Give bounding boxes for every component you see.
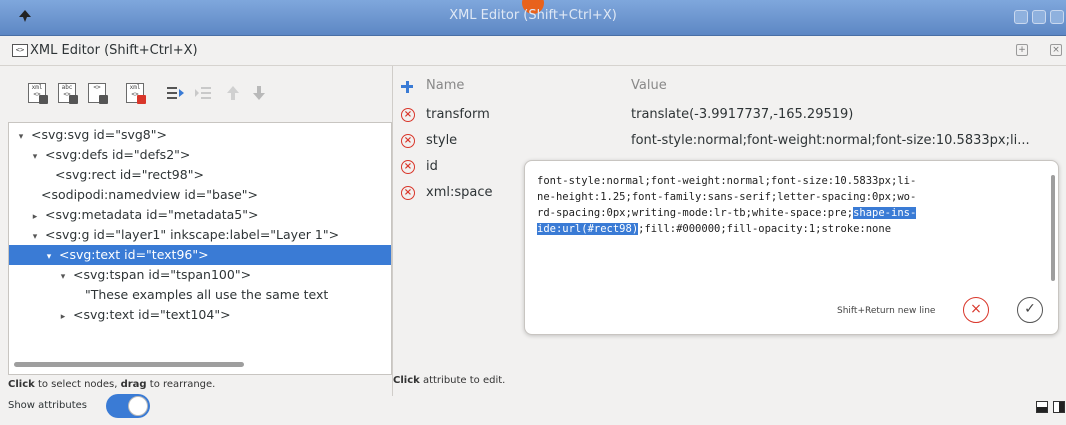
tree-node-label: <svg:g id="layer1" inkscape:label="Layer… [44,227,340,242]
node-pane: xml <> abc <> <> xml <> ▾ <svg:svg id="svg8… [0,66,392,425]
delete-attribute-icon[interactable]: × [401,134,415,148]
value-editor-textarea[interactable]: font-style:normal;font-weight:normal;fon… [537,173,1047,237]
close-icon[interactable] [1050,10,1064,24]
maximize-icon[interactable] [1032,10,1046,24]
tree-node[interactable]: ▾ <svg:defs id="defs2"> [9,145,391,167]
column-header-value: Value [631,78,667,93]
value-editor-popover: font-style:normal;font-weight:normal;fon… [524,160,1059,335]
tree-horizontal-scrollbar[interactable] [14,362,244,367]
arrow-down-icon[interactable] [248,82,270,104]
tree-node-label: <svg:svg id="svg8"> [30,127,167,142]
layout-horizontal-icon[interactable] [1036,401,1048,413]
dock-header: <> XML Editor (Shift+Ctrl+X) + × [0,36,1066,66]
confirm-edit-button[interactable]: ✓ [1017,297,1043,323]
expander-icon[interactable]: ▸ [29,207,41,227]
dock-close-icon[interactable]: × [1050,44,1062,56]
node-status-text: Click to select nodes, drag to rearrange… [8,379,216,390]
cancel-edit-button[interactable]: × [963,297,989,323]
text-selection: shape-ins- [853,207,917,219]
tree-node-label: <svg:defs id="defs2"> [44,147,191,162]
attribute-row[interactable]: × transform translate(-3.9917737,-165.29… [393,103,1066,127]
tree-node[interactable]: ▸ <svg:text id="text104"> [9,305,391,327]
attribute-status-text: Click attribute to edit. [393,375,506,386]
show-attributes-toggle[interactable] [106,394,150,418]
expander-icon[interactable]: ▸ [57,307,69,327]
delete-attribute-icon[interactable]: × [401,108,415,122]
xml-editor-icon: <> [12,44,28,57]
expander-icon[interactable]: ▾ [57,267,69,287]
attribute-value[interactable]: translate(-3.9917737,-165.29519) [631,103,853,127]
add-attribute-icon[interactable] [401,81,413,93]
delete-attribute-icon[interactable]: × [401,160,415,174]
expander-icon[interactable]: ▾ [43,247,55,267]
attribute-name: transform [426,107,490,122]
expander-icon[interactable]: ▾ [29,227,41,247]
tree-node[interactable]: ▾ <svg:g id="layer1" inkscape:label="Lay… [9,225,391,247]
dock-float-icon[interactable]: + [1016,44,1028,56]
dock-title: XML Editor (Shift+Ctrl+X) [30,43,198,58]
text-selection: ide:url(#rect98) [537,223,639,235]
tree-node[interactable]: ▾ <svg:tspan id="tspan100"> [9,265,391,287]
unindent-icon[interactable] [164,82,186,104]
column-header-name: Name [426,78,465,93]
node-tree[interactable]: ▾ <svg:svg id="svg8"> ▾ <svg:defs id="de… [8,122,392,375]
attribute-row[interactable]: × style font-style:normal;font-weight:no… [393,129,1066,153]
attribute-name: style [426,133,458,148]
tree-node-label: <svg:tspan id="tspan100"> [72,267,252,282]
node-toolbar: xml <> abc <> <> xml <> [0,66,392,120]
tree-node[interactable]: "These examples all use the same text [9,285,391,305]
window-titlebar: XML Editor (Shift+Ctrl+X) [0,0,1066,36]
tree-node-label: <sodipodi:namedview id="base"> [41,187,259,202]
tree-node-label: "These examples all use the same text [85,287,329,302]
tree-node-label: <svg:metadata id="metadata5"> [44,207,259,222]
newline-hint: Shift+Return new line [837,306,936,316]
tree-node[interactable]: <svg:rect id="rect98"> [9,165,391,185]
attribute-pane: Name Value × transform translate(-3.9917… [393,66,1066,425]
attribute-value[interactable]: font-style:normal;font-weight:normal;fon… [631,129,1030,153]
delete-node-button[interactable]: xml <> [124,82,146,104]
expander-icon[interactable]: ▾ [29,147,41,167]
delete-attribute-icon[interactable]: × [401,186,415,200]
indent-icon[interactable] [192,82,214,104]
show-attributes-label: Show attributes [8,400,87,411]
tree-node[interactable]: ▸ <svg:metadata id="metadata5"> [9,205,391,227]
new-element-node-button[interactable]: xml <> [26,82,48,104]
minimize-icon[interactable] [1014,10,1028,24]
tree-node[interactable]: ▾ <svg:svg id="svg8"> [9,125,391,147]
window-title: XML Editor (Shift+Ctrl+X) [449,8,617,23]
attribute-name: id [426,159,438,174]
tree-node[interactable]: <sodipodi:namedview id="base"> [9,185,391,205]
editor-scrollbar[interactable] [1051,175,1055,281]
arrow-up-icon[interactable] [222,82,244,104]
tree-node-label: <svg:text id="text104"> [72,307,231,322]
tree-node-label: <svg:text id="text96"> [58,247,209,262]
attribute-name: xml:space [426,185,493,200]
duplicate-node-button[interactable]: <> [86,82,108,104]
new-text-node-button[interactable]: abc <> [56,82,78,104]
tree-node-selected[interactable]: ▾ <svg:text id="text96"> [9,245,391,267]
expander-icon[interactable]: ▾ [15,127,27,147]
layout-vertical-icon[interactable] [1053,401,1065,413]
tree-node-label: <svg:rect id="rect98"> [55,167,204,182]
